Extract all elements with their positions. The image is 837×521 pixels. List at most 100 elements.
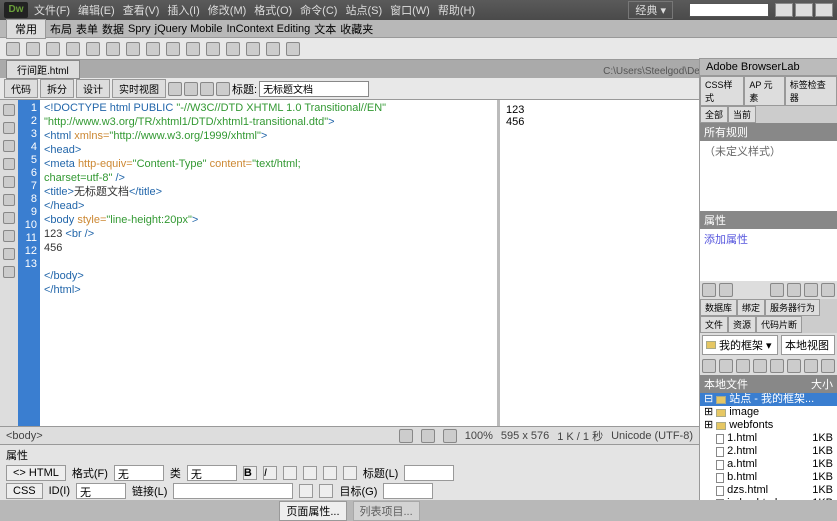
tag-chooser-icon[interactable]: [286, 42, 300, 56]
link-input[interactable]: [173, 483, 293, 499]
ssi-icon[interactable]: [186, 42, 200, 56]
bold-icon[interactable]: B: [243, 466, 257, 480]
new-rule-icon[interactable]: [787, 283, 801, 297]
tab-layout[interactable]: 布局: [50, 21, 72, 37]
file-item[interactable]: ⊞ webfonts: [700, 419, 837, 432]
file-tree[interactable]: ⊟ 站点 - 我的框架... ⊞ image⊞ webfonts 1.html1…: [700, 393, 837, 500]
word-wrap-icon[interactable]: [3, 230, 15, 242]
css-properties-body[interactable]: 添加属性: [700, 229, 837, 281]
menu-modify[interactable]: 修改(M): [208, 2, 247, 18]
close-button[interactable]: ×: [815, 3, 833, 17]
menu-window[interactable]: 窗口(W): [390, 2, 430, 18]
email-link-icon[interactable]: [26, 42, 40, 56]
live-code-icon[interactable]: [184, 82, 198, 96]
search-input[interactable]: [689, 3, 769, 17]
workspace-selector[interactable]: 经典 ▾: [628, 1, 673, 19]
delete-rule-icon[interactable]: [821, 283, 835, 297]
snippets-tab[interactable]: 代码片断: [756, 316, 802, 333]
tab-incontext[interactable]: InContext Editing: [226, 23, 310, 35]
hyperlink-icon[interactable]: [6, 42, 20, 56]
class-select[interactable]: 无: [187, 465, 237, 481]
div-icon[interactable]: [86, 42, 100, 56]
open-docs-icon[interactable]: [3, 104, 15, 116]
css-props-tab[interactable]: CSS: [6, 483, 43, 499]
collapse-icon[interactable]: [3, 122, 15, 134]
behaviors-tab[interactable]: 服务器行为: [765, 299, 820, 316]
tab-common[interactable]: 常用: [6, 19, 46, 39]
server-debug-icon[interactable]: [200, 82, 214, 96]
date-icon[interactable]: [166, 42, 180, 56]
image-icon[interactable]: [106, 42, 120, 56]
minimize-button[interactable]: —: [775, 3, 793, 17]
anchor-icon[interactable]: [46, 42, 60, 56]
zoom-level[interactable]: 100%: [465, 430, 493, 442]
line-numbers-icon[interactable]: [3, 194, 15, 206]
menu-help[interactable]: 帮助(H): [438, 2, 475, 18]
outdent-icon[interactable]: [323, 466, 337, 480]
select-parent-icon[interactable]: [3, 158, 15, 170]
file-item[interactable]: ⊞ image: [700, 406, 837, 419]
file-item[interactable]: b.html1KB: [700, 471, 837, 484]
browse-icon[interactable]: [319, 484, 333, 498]
browserlab-panel[interactable]: Adobe BrowserLab: [700, 58, 837, 76]
sync-icon[interactable]: [804, 359, 818, 373]
id-select[interactable]: 无: [76, 483, 126, 499]
css-list-icon[interactable]: [719, 283, 733, 297]
bindings-tab[interactable]: 绑定: [737, 299, 765, 316]
edit-rule-icon[interactable]: [804, 283, 818, 297]
refresh-icon[interactable]: [216, 82, 230, 96]
document-tab[interactable]: 行间距.html: [6, 60, 80, 79]
get-files-icon[interactable]: [736, 359, 750, 373]
css-styles-tab[interactable]: CSS样式: [700, 76, 744, 106]
view-select[interactable]: 本地视图: [781, 335, 835, 355]
code-view-button[interactable]: 代码: [4, 79, 38, 98]
media-icon[interactable]: [126, 42, 140, 56]
page-properties-button[interactable]: 页面属性...: [279, 501, 346, 521]
code-editor[interactable]: <!DOCTYPE html PUBLIC "-//W3C//DTD XHTML…: [40, 100, 497, 440]
css-all-tab[interactable]: 全部: [700, 106, 728, 123]
files-tab[interactable]: 文件: [700, 316, 728, 333]
file-item[interactable]: dzs.html1KB: [700, 484, 837, 497]
window-size[interactable]: 595 x 576: [501, 430, 549, 442]
italic-icon[interactable]: I: [263, 466, 277, 480]
tab-jquery[interactable]: jQuery Mobile: [155, 23, 223, 35]
menu-site[interactable]: 站点(S): [345, 2, 382, 18]
inspect-icon[interactable]: [168, 82, 182, 96]
expand-icon[interactable]: [3, 140, 15, 152]
menu-insert[interactable]: 插入(I): [167, 2, 199, 18]
file-item[interactable]: a.html1KB: [700, 458, 837, 471]
ul-icon[interactable]: [283, 466, 297, 480]
point-to-file-icon[interactable]: [299, 484, 313, 498]
auto-indent-icon[interactable]: [3, 266, 15, 278]
tab-spry[interactable]: Spry: [128, 23, 151, 35]
widget-icon[interactable]: [146, 42, 160, 56]
css-current-tab[interactable]: 当前: [728, 106, 756, 123]
tag-selector[interactable]: <body>: [6, 430, 43, 442]
tab-forms[interactable]: 表单: [76, 21, 98, 37]
tag-inspector-tab[interactable]: 标签检查器: [785, 76, 837, 106]
site-root[interactable]: ⊟ 站点 - 我的框架...: [700, 393, 837, 406]
databases-tab[interactable]: 数据库: [700, 299, 737, 316]
split-view-button[interactable]: 拆分: [40, 79, 74, 98]
highlight-invalid-icon[interactable]: [3, 212, 15, 224]
target-select[interactable]: [383, 483, 433, 499]
title2-input[interactable]: [404, 465, 454, 481]
menu-edit[interactable]: 编辑(E): [78, 2, 115, 18]
file-item[interactable]: 1.html1KB: [700, 432, 837, 445]
html-props-tab[interactable]: <> HTML: [6, 465, 66, 481]
rules-list[interactable]: （未定义样式）: [700, 141, 837, 211]
maximize-button[interactable]: □: [795, 3, 813, 17]
templates-icon[interactable]: [266, 42, 280, 56]
css-category-icon[interactable]: [702, 283, 716, 297]
refresh-files-icon[interactable]: [719, 359, 733, 373]
syntax-color-icon[interactable]: [3, 248, 15, 260]
tab-favorites[interactable]: 收藏夹: [340, 21, 373, 37]
menu-view[interactable]: 查看(V): [123, 2, 160, 18]
checkout-icon[interactable]: [770, 359, 784, 373]
checkin-icon[interactable]: [787, 359, 801, 373]
put-files-icon[interactable]: [753, 359, 767, 373]
zoom-tool-icon[interactable]: [443, 429, 457, 443]
ol-icon[interactable]: [303, 466, 317, 480]
attach-css-icon[interactable]: [770, 283, 784, 297]
file-item[interactable]: 2.html1KB: [700, 445, 837, 458]
